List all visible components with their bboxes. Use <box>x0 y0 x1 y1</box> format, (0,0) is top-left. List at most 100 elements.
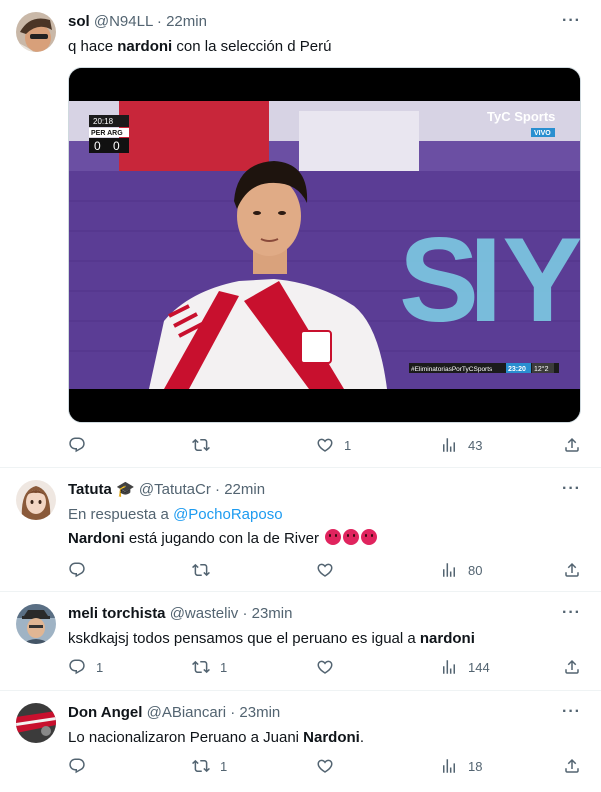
views-icon <box>440 436 458 454</box>
share-button[interactable] <box>563 757 581 775</box>
video-frame: S IY 20:18 PER ARG 0 0 TyC Sports VIVO #… <box>69 68 581 422</box>
score-team1: 0 <box>94 139 101 153</box>
handle[interactable]: @N94LL <box>94 13 153 30</box>
share-button[interactable] <box>563 436 581 454</box>
broadcaster-logo: TyC Sports <box>487 109 555 124</box>
timestamp[interactable]: 23min <box>239 704 280 721</box>
share-icon <box>563 436 581 454</box>
timestamp[interactable]: 23min <box>252 605 293 622</box>
reply-icon <box>68 757 86 775</box>
views-button[interactable]: 43 <box>440 436 482 454</box>
like-button[interactable]: 1 <box>316 436 351 454</box>
tweet-text: Nardoni está jugando con la de River <box>68 529 585 549</box>
handle[interactable]: @ABiancari <box>147 704 226 721</box>
avatar[interactable] <box>16 12 56 52</box>
views-icon <box>440 757 458 775</box>
retweet-button[interactable]: 1 <box>192 757 227 775</box>
reply-button[interactable] <box>68 757 96 775</box>
retweet-button[interactable] <box>192 561 220 579</box>
angry-face-icon <box>343 529 360 545</box>
scoreboard-time: 20:18 <box>93 117 114 126</box>
highlight: Nardoni <box>68 530 125 547</box>
svg-text:IY: IY <box>469 213 581 347</box>
reply-to-handle[interactable]: @PochoRaposo <box>173 506 282 523</box>
retweet-icon <box>192 561 210 579</box>
avatar[interactable] <box>16 480 56 520</box>
video-media[interactable]: S IY 20:18 PER ARG 0 0 TyC Sports VIVO #… <box>68 67 581 423</box>
more-icon[interactable]: ··· <box>562 703 581 721</box>
like-button[interactable] <box>316 561 344 579</box>
ticker-clock: 23:20 <box>508 366 526 373</box>
angry-face-icon <box>361 529 378 545</box>
views-icon <box>440 658 458 676</box>
tweet[interactable]: Don Angel @ABiancari · 23min Lo nacional… <box>0 691 601 792</box>
views-button[interactable]: 18 <box>440 757 482 775</box>
separator: · <box>230 704 236 721</box>
tweet-header: Don Angel @ABiancari · 23min <box>68 703 585 723</box>
graduation-cap-icon: 🎓 <box>116 481 135 498</box>
reply-context: En respuesta a @PochoRaposo <box>68 506 283 523</box>
highlight: nardoni <box>419 630 475 647</box>
avatar[interactable] <box>16 604 56 644</box>
like-button[interactable] <box>316 757 344 775</box>
reply-icon <box>68 561 86 579</box>
heart-icon <box>316 757 334 775</box>
heart-icon <box>316 436 334 454</box>
tweet-header: Tatuta 🎓 @TatutaCr · 22min <box>68 480 585 500</box>
handle[interactable]: @wasteliv <box>170 605 239 622</box>
reply-button[interactable]: 1 <box>68 658 103 676</box>
retweet-icon <box>192 658 210 676</box>
display-name[interactable]: sol <box>68 13 90 30</box>
more-icon[interactable]: ··· <box>562 604 581 622</box>
svg-text:S: S <box>399 213 479 347</box>
tweet-text: Lo nacionalizaron Peruano a Juani Nardon… <box>68 729 365 746</box>
scoreboard-teams: PER ARG <box>91 130 123 137</box>
hashtag-ticker: #EliminatoriasPorTyCSports <box>411 366 493 373</box>
tweet-actions: 1 1 144 <box>68 658 585 678</box>
views-button[interactable]: 80 <box>440 561 482 579</box>
tweet-actions: 1 43 <box>68 436 585 456</box>
tweet[interactable]: Tatuta 🎓 @TatutaCr · 22min En respuesta … <box>0 468 601 592</box>
share-button[interactable] <box>563 658 581 676</box>
heart-icon <box>316 658 334 676</box>
like-button[interactable] <box>316 658 344 676</box>
share-button[interactable] <box>563 561 581 579</box>
share-icon <box>563 658 581 676</box>
tweet-actions: 1 18 <box>68 757 585 777</box>
display-name[interactable]: Tatuta <box>68 481 112 498</box>
handle[interactable]: @TatutaCr <box>139 481 211 498</box>
share-icon <box>563 757 581 775</box>
views-button[interactable]: 144 <box>440 658 490 676</box>
reply-icon <box>68 436 86 454</box>
retweet-icon <box>192 757 210 775</box>
separator: · <box>156 13 162 30</box>
highlight: Nardoni <box>303 729 360 746</box>
tweet-text: q hace nardoni con la selección d Perú <box>68 38 332 55</box>
display-name[interactable]: meli torchista <box>68 605 166 622</box>
ticker-temp: 12°2 <box>534 365 549 373</box>
avatar[interactable] <box>16 703 56 743</box>
heart-icon <box>316 561 334 579</box>
timestamp[interactable]: 22min <box>166 13 207 30</box>
reply-icon <box>68 658 86 676</box>
display-name[interactable]: Don Angel <box>68 704 142 721</box>
views-icon <box>440 561 458 579</box>
tweet-text: kskdkajsj todos pensamos que el peruano … <box>68 630 475 647</box>
separator: · <box>215 481 221 498</box>
reply-button[interactable] <box>68 436 96 454</box>
tweet[interactable]: meli torchista @wasteliv · 23min kskdkaj… <box>0 592 601 691</box>
angry-face-icon <box>325 529 342 545</box>
highlight: nardoni <box>117 38 173 55</box>
reply-button[interactable] <box>68 561 96 579</box>
score-team2: 0 <box>113 139 120 153</box>
more-icon[interactable]: ··· <box>562 480 581 498</box>
tweet-header: meli torchista @wasteliv · 23min <box>68 604 585 624</box>
tweet-header: sol @N94LL · 22min <box>68 12 585 32</box>
share-icon <box>563 561 581 579</box>
retweet-button[interactable] <box>192 436 220 454</box>
live-badge: VIVO <box>534 130 551 137</box>
tweet[interactable]: sol @N94LL · 22min q hace nardoni con la… <box>0 0 601 468</box>
timestamp[interactable]: 22min <box>224 481 265 498</box>
more-icon[interactable]: ··· <box>562 12 581 30</box>
retweet-button[interactable]: 1 <box>192 658 227 676</box>
